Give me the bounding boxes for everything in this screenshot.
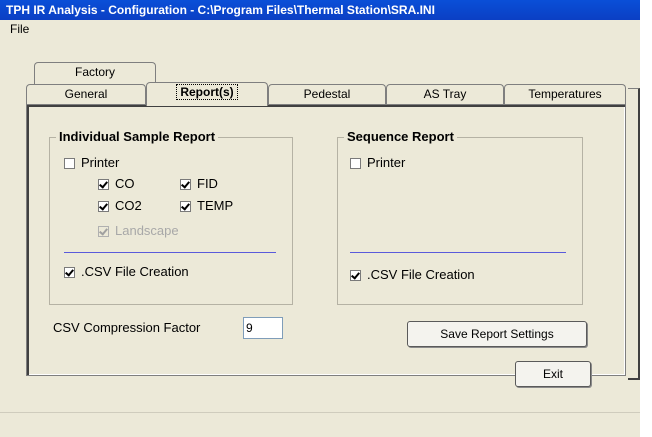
co2-label: CO2 bbox=[115, 198, 142, 213]
title-bar: TPH IR Analysis - Configuration - C:\Pro… bbox=[0, 0, 640, 20]
tab-general[interactable]: General bbox=[26, 84, 146, 105]
tab-factory[interactable]: Factory bbox=[34, 62, 156, 84]
tab-stack-edge bbox=[628, 88, 640, 380]
temp-label: TEMP bbox=[197, 198, 234, 213]
tab-reports-label: Report(s) bbox=[176, 84, 238, 100]
tab-pedestal-label: Pedestal bbox=[303, 87, 351, 101]
individual-printer-label: Printer bbox=[81, 155, 120, 170]
compression-label: CSV Compression Factor bbox=[53, 320, 201, 335]
landscape-box[interactable] bbox=[98, 225, 109, 237]
individual-report-group: Individual Sample Report Printer CO FID … bbox=[49, 129, 293, 305]
individual-divider bbox=[64, 252, 276, 253]
temp-checkbox[interactable]: TEMP bbox=[180, 198, 233, 214]
co2-checkbox[interactable]: CO2 bbox=[98, 198, 142, 214]
individual-csv-label: .CSV File Creation bbox=[81, 264, 189, 279]
individual-report-title: Individual Sample Report bbox=[56, 129, 219, 145]
fid-label: FID bbox=[197, 176, 218, 191]
individual-printer-checkbox[interactable]: Printer bbox=[64, 155, 119, 171]
menu-bar: File bbox=[0, 20, 640, 38]
co-checkbox[interactable]: CO bbox=[98, 176, 135, 192]
temp-box[interactable] bbox=[180, 200, 191, 212]
menu-file[interactable]: File bbox=[8, 21, 31, 37]
status-bar bbox=[0, 412, 640, 437]
tab-reports[interactable]: Report(s) bbox=[146, 82, 268, 106]
fid-checkbox[interactable]: FID bbox=[180, 176, 218, 192]
tab-temperatures-label: Temperatures bbox=[528, 87, 602, 101]
sequence-printer-checkbox[interactable]: Printer bbox=[350, 155, 405, 171]
reports-panel: Individual Sample Report Printer CO FID … bbox=[26, 104, 626, 387]
exit-button[interactable]: Exit bbox=[515, 361, 591, 387]
tab-pedestal[interactable]: Pedestal bbox=[268, 84, 386, 105]
tab-factory-label: Factory bbox=[74, 65, 115, 79]
tab-general-label: General bbox=[64, 87, 108, 101]
sequence-csv-checkbox[interactable]: .CSV File Creation bbox=[350, 267, 475, 283]
compression-input[interactable]: 9 bbox=[243, 317, 283, 339]
tab-as-tray-label: AS Tray bbox=[423, 87, 467, 101]
sequence-csv-box[interactable] bbox=[350, 269, 361, 281]
co2-box[interactable] bbox=[98, 200, 109, 212]
landscape-label: Landscape bbox=[115, 223, 179, 238]
individual-csv-box[interactable] bbox=[64, 266, 75, 278]
configuration-window: TPH IR Analysis - Configuration - C:\Pro… bbox=[0, 0, 640, 437]
individual-csv-checkbox[interactable]: .CSV File Creation bbox=[64, 264, 189, 280]
landscape-checkbox[interactable]: Landscape bbox=[98, 223, 179, 239]
co-box[interactable] bbox=[98, 178, 109, 190]
sequence-printer-box[interactable] bbox=[350, 157, 361, 169]
sequence-report-group: Sequence Report Printer .CSV File Creati… bbox=[337, 129, 583, 305]
sequence-printer-label: Printer bbox=[367, 155, 406, 170]
tab-as-tray[interactable]: AS Tray bbox=[386, 84, 504, 105]
individual-printer-box[interactable] bbox=[64, 157, 75, 169]
co-label: CO bbox=[115, 176, 135, 191]
fid-box[interactable] bbox=[180, 178, 191, 190]
sequence-csv-label: .CSV File Creation bbox=[367, 267, 475, 282]
tab-temperatures[interactable]: Temperatures bbox=[504, 84, 626, 105]
sequence-report-title: Sequence Report bbox=[344, 129, 457, 145]
save-report-settings-button[interactable]: Save Report Settings bbox=[407, 321, 587, 347]
sequence-divider bbox=[350, 252, 566, 253]
